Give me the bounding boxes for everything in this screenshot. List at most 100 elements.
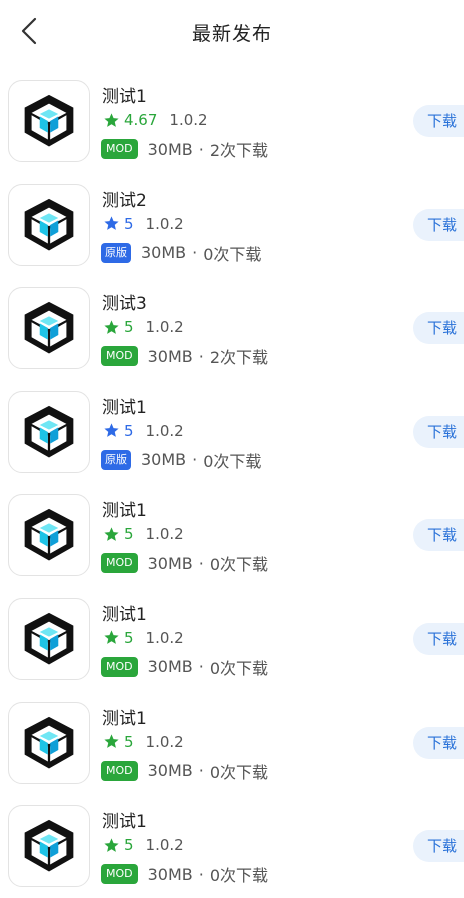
download-button[interactable]: 下载 <box>413 415 464 448</box>
tag-badge: 原版 <box>101 242 131 263</box>
download-button[interactable]: 下载 <box>413 312 464 345</box>
rating-value: 5 <box>124 836 134 855</box>
rating-value: 5 <box>124 628 134 647</box>
app-name: 测试1 <box>102 708 147 729</box>
list-item[interactable]: 测试1 5 1.0.2 MOD 30MB · 0次下载 下载 <box>0 691 464 795</box>
rating-row: 5 1.0.2 <box>103 215 184 233</box>
rating-value: 5 <box>124 318 134 337</box>
app-name: 测试3 <box>102 294 147 315</box>
info-row: MOD 30MB · 2次下载 <box>101 344 268 368</box>
version-label: 1.0.2 <box>145 628 184 647</box>
separator-dot: · <box>198 346 204 366</box>
version-label: 1.0.2 <box>169 111 208 129</box>
separator-dot: · <box>192 243 198 263</box>
rating-value: 5 <box>124 214 134 233</box>
rating-row: 5 1.0.2 <box>103 733 184 751</box>
list-item[interactable]: 测试1 5 1.0.2 MOD 30MB · 0次下载 下载 <box>0 483 464 587</box>
version-label: 1.0.2 <box>145 836 184 855</box>
app-icon[interactable] <box>8 390 90 473</box>
rating-value: 4.67 <box>124 111 158 129</box>
info-row: MOD 30MB · 0次下载 <box>101 551 268 575</box>
separator-dot: · <box>198 657 204 677</box>
size-label: 30MB <box>147 761 193 781</box>
downloads-label: 0次下载 <box>209 866 269 886</box>
rating-row: 5 1.0.2 <box>103 629 184 647</box>
downloads-label: 0次下载 <box>209 762 269 782</box>
download-button[interactable]: 下载 <box>413 622 464 655</box>
size-label: 30MB <box>141 450 187 470</box>
download-button[interactable]: 下载 <box>413 105 464 137</box>
rating-row: 5 1.0.2 <box>103 318 184 336</box>
tag-badge: MOD <box>101 760 138 781</box>
rating-value: 5 <box>124 732 134 751</box>
tag-badge: MOD <box>101 656 138 677</box>
version-label: 1.0.2 <box>145 732 184 751</box>
separator-dot: · <box>198 761 204 781</box>
version-label: 1.0.2 <box>145 421 184 440</box>
star-icon <box>103 112 124 129</box>
rating-value: 5 <box>124 421 134 440</box>
download-button[interactable]: 下载 <box>413 726 464 759</box>
size-label: 30MB <box>147 864 193 884</box>
list-item[interactable]: 测试1 5 1.0.2 MOD 30MB · 0次下载 下载 <box>0 587 464 691</box>
tag-badge: MOD <box>101 346 138 367</box>
downloads-label: 0次下载 <box>203 451 262 471</box>
list-item[interactable]: 测试1 5 1.0.2 原版 30MB · 0次下载 下载 <box>0 380 464 484</box>
page-title: 最新发布 <box>191 23 272 45</box>
separator-dot: · <box>198 139 204 159</box>
app-icon[interactable] <box>8 494 90 577</box>
star-icon <box>103 526 124 543</box>
rating-value: 5 <box>124 525 134 544</box>
app-icon[interactable] <box>8 701 90 784</box>
downloads-label: 0次下载 <box>209 658 269 678</box>
app-name: 测试1 <box>102 87 147 107</box>
info-row: MOD 30MB · 0次下载 <box>101 655 268 679</box>
app-list: 测试1 4.67 1.0.2 MOD 30MB · 2次下载 下载 测试2 5 … <box>0 69 464 898</box>
list-item[interactable]: 测试1 5 1.0.2 MOD 30MB · 0次下载 下载 <box>0 794 464 898</box>
tag-badge: MOD <box>101 139 138 159</box>
list-item[interactable]: 测试2 5 1.0.2 原版 30MB · 0次下载 下载 <box>0 173 464 277</box>
size-label: 30MB <box>141 243 187 263</box>
rating-row: 4.67 1.0.2 <box>103 111 208 129</box>
size-label: 30MB <box>147 553 193 573</box>
size-label: 30MB <box>147 346 193 366</box>
separator-dot: · <box>198 553 204 573</box>
downloads-label: 0次下载 <box>203 244 262 264</box>
version-label: 1.0.2 <box>145 214 184 233</box>
list-item[interactable]: 测试3 5 1.0.2 MOD 30MB · 2次下载 下载 <box>0 276 464 380</box>
separator-dot: · <box>192 450 198 470</box>
info-row: 原版 30MB · 0次下载 <box>101 448 261 472</box>
info-row: MOD 30MB · 0次下载 <box>101 862 268 886</box>
download-button[interactable]: 下载 <box>413 519 464 552</box>
app-icon[interactable] <box>8 597 90 680</box>
star-icon <box>103 319 124 336</box>
app-name: 测试2 <box>102 190 147 211</box>
info-row: 原版 30MB · 0次下载 <box>101 241 261 265</box>
app-name: 测试1 <box>102 604 147 625</box>
star-icon <box>103 629 124 646</box>
app-icon[interactable] <box>8 287 90 370</box>
size-label: 30MB <box>147 139 193 159</box>
rating-row: 5 1.0.2 <box>103 836 184 854</box>
version-label: 1.0.2 <box>145 525 184 544</box>
star-icon <box>103 215 124 232</box>
rating-row: 5 1.0.2 <box>103 422 184 440</box>
download-button[interactable]: 下载 <box>413 830 464 863</box>
size-label: 30MB <box>147 657 193 677</box>
app-name: 测试1 <box>102 812 147 833</box>
app-icon[interactable] <box>8 80 90 162</box>
info-row: MOD 30MB · 2次下载 <box>101 137 268 161</box>
downloads-label: 2次下载 <box>209 348 269 368</box>
app-icon[interactable] <box>8 183 90 266</box>
star-icon <box>103 837 124 854</box>
header: 最新发布 <box>0 0 464 64</box>
app-icon[interactable] <box>8 805 90 888</box>
separator-dot: · <box>198 864 204 884</box>
downloads-label: 2次下载 <box>209 141 269 160</box>
info-row: MOD 30MB · 0次下载 <box>101 759 268 783</box>
tag-badge: 原版 <box>101 449 131 470</box>
app-name: 测试1 <box>102 501 147 522</box>
download-button[interactable]: 下载 <box>413 208 464 241</box>
list-item[interactable]: 测试1 4.67 1.0.2 MOD 30MB · 2次下载 下载 <box>0 69 464 173</box>
version-label: 1.0.2 <box>145 318 184 337</box>
